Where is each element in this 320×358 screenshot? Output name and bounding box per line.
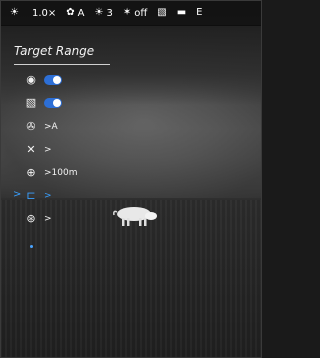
frame-border [0,0,262,358]
